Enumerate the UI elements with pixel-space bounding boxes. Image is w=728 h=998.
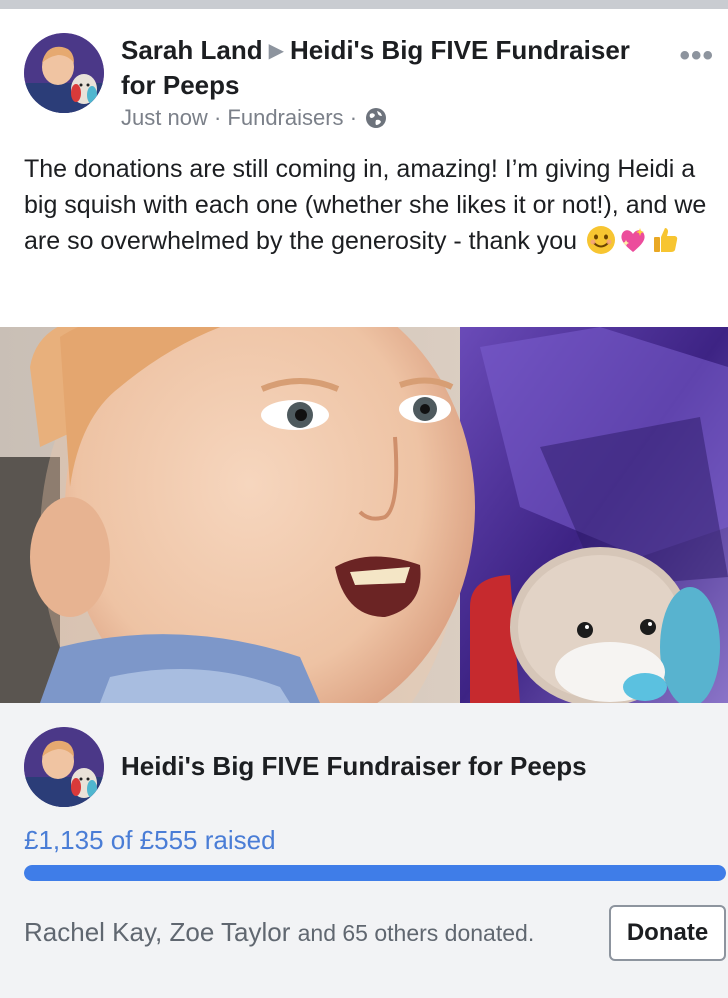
sparkling-heart-emoji — [618, 225, 648, 255]
donor-names[interactable]: Rachel Kay, Zoe Taylor — [24, 917, 290, 947]
post-title-line: Sarah Land ▶ Heidi's Big FIVE Fundraiser f… — [121, 33, 641, 102]
post-photo[interactable] — [0, 327, 728, 703]
meta-separator: · — [349, 105, 358, 130]
progress-fill — [24, 865, 726, 881]
post-meta: Just now · Fundraisers · — [121, 105, 387, 131]
donors-rest: and 65 others donated. — [297, 920, 535, 946]
globe-icon[interactable] — [365, 107, 387, 129]
triangle-right-icon: ▶ — [268, 40, 284, 62]
thumbs-up-emoji — [650, 225, 680, 255]
progress-bar — [24, 865, 726, 881]
post-body: The donations are still coming in, amazi… — [24, 151, 714, 259]
fundraiser-title[interactable]: Heidi's Big FIVE Fundraiser for Peeps — [121, 751, 587, 782]
more-dots-icon[interactable]: ••• — [679, 41, 714, 71]
post-timestamp[interactable]: Just now — [121, 105, 208, 130]
author-avatar[interactable] — [24, 33, 104, 113]
meta-separator: · — [213, 105, 222, 130]
post-category-link[interactable]: Fundraisers — [227, 105, 343, 130]
raised-amount: £1,135 of £555 raised — [24, 825, 276, 855]
fundraiser-avatar — [24, 727, 104, 807]
top-divider — [0, 0, 728, 9]
smiling-face-emoji — [586, 225, 616, 255]
donors-summary: Rachel Kay, Zoe Taylor and 65 others don… — [24, 917, 534, 948]
author-name-link[interactable]: Sarah Land — [121, 35, 263, 65]
post-header: Sarah Land ▶ Heidi's Big FIVE Fundraiser f… — [0, 9, 728, 137]
fundraiser-card[interactable]: Heidi's Big FIVE Fundraiser for Peeps £1… — [0, 703, 728, 998]
donate-button[interactable]: Donate — [609, 905, 726, 961]
